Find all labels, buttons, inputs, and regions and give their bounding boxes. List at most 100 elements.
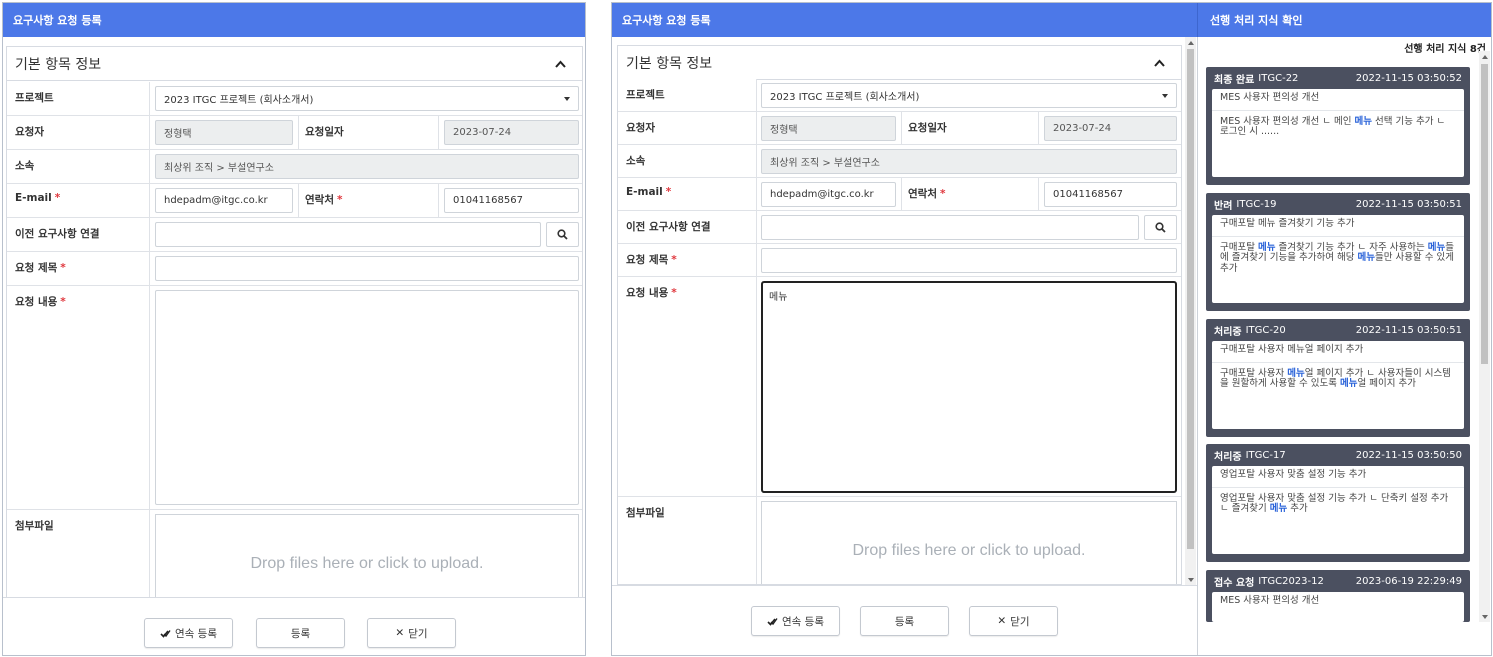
content-label: 요청 내용 * xyxy=(618,277,757,496)
knowledge-count: 선행 처리 지식 8건 xyxy=(1404,44,1486,55)
card-status: 처리중 xyxy=(1214,326,1242,338)
subject-label: 요청 제목 * xyxy=(618,244,757,276)
knowledge-card[interactable]: 처리중 ITGC-17 2022-11-15 03:50:50 영업포탈 사용자 맞… xyxy=(1206,444,1470,562)
email-label: E-mail * xyxy=(618,178,757,210)
check-double-icon xyxy=(160,629,171,638)
affiliation-field: 최상위 조직 > 부설연구소 xyxy=(761,149,1177,174)
prev-request-input[interactable] xyxy=(155,222,541,247)
contact-label: 연락처 * xyxy=(298,184,439,217)
continue-register-button[interactable]: 연속 등록 xyxy=(751,606,840,636)
continue-register-button[interactable]: 연속 등록 xyxy=(144,618,233,648)
close-button[interactable]: ✕ 닫기 xyxy=(969,606,1058,636)
request-register-dialog: 요구사항 요청 등록 기본 항목 정보 프로젝트 2023 ITGC 프로젝트 … xyxy=(2,2,586,656)
requester-label: 요청자 xyxy=(7,116,150,149)
prev-request-input[interactable] xyxy=(761,215,1139,240)
close-icon: ✕ xyxy=(997,615,1007,627)
attachment-label: 첨부파일 xyxy=(7,510,150,597)
register-button[interactable]: 등록 xyxy=(256,618,345,648)
dialog-title: 요구사항 요청 등록 xyxy=(3,3,585,37)
keyword-highlight: 메뉴 xyxy=(1287,367,1305,379)
form-scrollbar[interactable] xyxy=(1185,37,1196,585)
search-button[interactable] xyxy=(1144,215,1177,240)
scroll-up-arrow-icon[interactable] xyxy=(1185,37,1196,48)
search-icon xyxy=(557,229,568,240)
card-id: ITGC-20 xyxy=(1245,324,1286,336)
card-id: ITGC2023-12 xyxy=(1258,575,1324,587)
request-date-label: 요청일자 xyxy=(298,116,439,149)
scrollbar-thumb[interactable] xyxy=(1481,64,1488,364)
request-register-dialog-with-knowledge: 요구사항 요청 등록 선행 처리 지식 확인 기본 항목 정보 프로젝트 202… xyxy=(611,2,1492,656)
request-date-field: 2023-07-24 xyxy=(444,120,579,145)
email-field[interactable]: hdepadm@itgc.co.kr xyxy=(761,182,896,207)
affiliation-label: 소속 xyxy=(618,145,757,177)
card-id: ITGC-17 xyxy=(1245,449,1286,461)
scroll-up-arrow-icon[interactable] xyxy=(1479,51,1490,62)
requester-field: 정형택 xyxy=(155,120,293,145)
keyword-highlight: 메뉴 xyxy=(1357,252,1375,264)
chevron-up-icon[interactable] xyxy=(552,56,568,72)
content-textarea[interactable]: 메뉴 xyxy=(761,281,1177,493)
knowledge-panel-title: 선행 처리 지식 확인 xyxy=(1197,3,1491,37)
card-id: ITGC-19 xyxy=(1236,198,1277,210)
dialog-title: 요구사항 요청 등록 xyxy=(622,14,711,27)
prev-request-label: 이전 요구사항 연결 xyxy=(618,211,757,243)
content-label: 요청 내용 * xyxy=(7,286,150,509)
card-subject: MES 사용자 편의성 개선 xyxy=(1220,595,1320,606)
scroll-down-arrow-icon[interactable] xyxy=(1185,574,1196,585)
scroll-down-arrow-icon[interactable] xyxy=(1479,611,1490,622)
content-textarea[interactable] xyxy=(155,290,579,505)
file-dropzone[interactable]: Drop files here or click to upload. xyxy=(761,501,1177,584)
subject-label: 요청 제목 * xyxy=(7,252,150,285)
card-date: 2022-11-15 03:50:51 xyxy=(1355,198,1462,210)
register-button[interactable]: 등록 xyxy=(860,606,949,636)
card-status: 최종 완료 xyxy=(1214,74,1255,86)
card-date: 2022-11-15 03:50:52 xyxy=(1355,72,1462,84)
close-icon: ✕ xyxy=(395,627,405,639)
project-label: 프로젝트 xyxy=(7,82,150,115)
project-label: 프로젝트 xyxy=(618,79,757,111)
check-double-icon xyxy=(767,617,778,626)
subject-input[interactable] xyxy=(155,256,579,281)
card-status: 처리중 xyxy=(1214,451,1242,463)
card-description: MES 사용자 편의성 개선 ㄴ 메인 메뉴 선택 기능 추가 ㄴ 로그인 시 … xyxy=(1220,115,1446,138)
dialog-footer: 연속 등록 등록 ✕ 닫기 xyxy=(3,597,585,655)
contact-field[interactable]: 01041168567 xyxy=(1044,182,1177,207)
card-subject: 구매포탈 메뉴 즐겨찾기 기능 추가 xyxy=(1212,215,1464,237)
card-subject: 영업포탈 사용자 맞춤 설정 기능 추가 xyxy=(1212,466,1464,488)
scrollbar-thumb[interactable] xyxy=(1187,49,1194,549)
project-select[interactable]: 2023 ITGC 프로젝트 (회사소개서) xyxy=(155,86,579,111)
card-status: 접수 요청 xyxy=(1214,577,1255,589)
contact-field[interactable]: 01041168567 xyxy=(444,188,579,213)
search-icon xyxy=(1155,222,1166,233)
keyword-highlight: 메뉴 xyxy=(1269,503,1288,515)
email-field[interactable]: hdepadm@itgc.co.kr xyxy=(155,188,293,213)
section-title: 기본 항목 정보 xyxy=(15,56,102,73)
close-button[interactable]: ✕ 닫기 xyxy=(367,618,456,648)
knowledge-card[interactable]: 처리중 ITGC-20 2022-11-15 03:50:51 구매포탈 사용자 메… xyxy=(1206,319,1470,437)
card-date: 2023-06-19 22:29:49 xyxy=(1355,575,1462,587)
card-description: 영업포탈 사용자 맞춤 설정 기능 추가 ㄴ 단축키 설정 추가 ㄴ 즐겨찾기 … xyxy=(1220,492,1449,515)
attachment-label: 첨부파일 xyxy=(618,497,757,584)
card-date: 2022-11-15 03:50:50 xyxy=(1355,449,1462,461)
card-description: 구매포탈 메뉴 즐겨찾기 기능 추가 ㄴ 자주 사용하는 메뉴들에 즐겨찾기 기… xyxy=(1220,241,1454,274)
basic-info-section: 기본 항목 정보 프로젝트 2023 ITGC 프로젝트 (회사소개서) 요청자… xyxy=(6,46,583,598)
knowledge-panel: 선행 처리 지식 8건 최종 완료 ITGC-22 2022-11-15 03:50… xyxy=(1197,37,1491,655)
knowledge-scrollbar[interactable] xyxy=(1479,51,1490,622)
section-title: 기본 항목 정보 xyxy=(626,55,713,72)
knowledge-card[interactable]: 접수 요청 ITGC2023-12 2023-06-19 22:29:49 MES … xyxy=(1206,570,1470,622)
requester-field: 정형택 xyxy=(761,116,896,141)
card-status: 반려 xyxy=(1214,200,1233,212)
knowledge-card[interactable]: 최종 완료 ITGC-22 2022-11-15 03:50:52 MES 사용자 … xyxy=(1206,67,1470,185)
card-date: 2022-11-15 03:50:51 xyxy=(1355,324,1462,336)
keyword-highlight: 메뉴 xyxy=(1427,241,1446,253)
file-dropzone[interactable]: Drop files here or click to upload. xyxy=(155,514,579,597)
project-select[interactable]: 2023 ITGC 프로젝트 (회사소개서) xyxy=(761,83,1177,108)
card-subject: 구매포탈 사용자 메뉴얼 페이지 추가 xyxy=(1212,341,1464,363)
card-description: 구매포탈 사용자 메뉴얼 페이지 추가 ㄴ 사용자들이 시스템을 원할하게 사용… xyxy=(1220,367,1451,390)
search-button[interactable] xyxy=(546,222,579,247)
basic-info-section: 기본 항목 정보 프로젝트 2023 ITGC 프로젝트 (회사소개서) 요청자… xyxy=(617,45,1182,585)
subject-input[interactable] xyxy=(761,248,1177,273)
request-date-label: 요청일자 xyxy=(901,112,1039,144)
knowledge-card[interactable]: 반려 ITGC-19 2022-11-15 03:50:51 구매포탈 메뉴 즐겨찾… xyxy=(1206,193,1470,311)
chevron-up-icon[interactable] xyxy=(1151,55,1167,71)
